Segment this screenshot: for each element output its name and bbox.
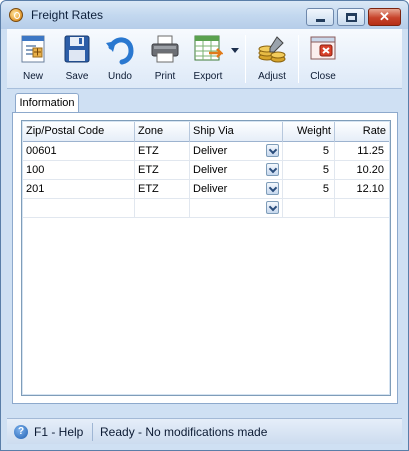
- printer-icon: [151, 35, 179, 63]
- status-separator: [92, 423, 93, 441]
- ship-via-dropdown-icon[interactable]: [266, 144, 279, 157]
- new-entry-row[interactable]: [23, 199, 389, 218]
- cell-weight[interactable]: 5: [283, 142, 335, 161]
- minimize-icon: [316, 19, 325, 22]
- minimize-button[interactable]: [306, 8, 334, 26]
- grid-header: Zip/Postal Code Zone Ship Via Weight Rat…: [23, 122, 389, 142]
- ship-via-dropdown-icon[interactable]: [266, 163, 279, 176]
- maximize-button[interactable]: [337, 8, 365, 26]
- undo-arrow-icon: [106, 37, 134, 65]
- chevron-down-icon: [231, 48, 239, 53]
- cell-zip[interactable]: 00601: [23, 142, 135, 161]
- app-icon[interactable]: [9, 8, 23, 22]
- adjust-label: Adjust: [258, 71, 286, 82]
- column-header-ship-via[interactable]: Ship Via: [190, 122, 283, 142]
- freight-rates-grid: Zip/Postal Code Zone Ship Via Weight Rat…: [21, 120, 391, 396]
- save-button[interactable]: Save: [55, 33, 99, 85]
- cell-zone[interactable]: ETZ: [135, 142, 190, 161]
- cell-weight[interactable]: 5: [283, 180, 335, 199]
- new-label: New: [22, 71, 43, 82]
- column-header-zone[interactable]: Zone: [135, 122, 190, 142]
- information-panel: Zip/Postal Code Zone Ship Via Weight Rat…: [12, 112, 398, 404]
- cell-zone[interactable]: ETZ: [135, 161, 190, 180]
- new-document-icon: [21, 35, 45, 63]
- export-label: Export: [193, 71, 223, 82]
- print-label: Print: [154, 71, 176, 82]
- cell-zip[interactable]: 100: [23, 161, 135, 180]
- tab-information[interactable]: Information: [15, 93, 79, 113]
- freight-rates-window: Freight Rates ✕ New Save Undo Print Expo…: [0, 0, 409, 451]
- coins-adjust-icon: [258, 36, 286, 63]
- undo-label: Undo: [108, 71, 132, 82]
- cell-weight[interactable]: 5: [283, 161, 335, 180]
- maximize-icon: [346, 13, 357, 22]
- toolbar-separator: [245, 35, 246, 83]
- title-bar[interactable]: Freight Rates ✕: [1, 1, 408, 29]
- export-button[interactable]: Export: [187, 33, 229, 85]
- ship-via-dropdown-icon[interactable]: [266, 182, 279, 195]
- column-header-weight[interactable]: Weight: [283, 122, 335, 142]
- close-button[interactable]: Close: [303, 33, 343, 85]
- cell-rate[interactable]: [335, 199, 389, 218]
- cell-zone[interactable]: ETZ: [135, 180, 190, 199]
- undo-button[interactable]: Undo: [99, 33, 141, 85]
- window-title: Freight Rates: [31, 8, 104, 22]
- cell-rate[interactable]: 10.20: [335, 161, 389, 180]
- export-dropdown-arrow[interactable]: [231, 45, 239, 53]
- status-bar: ? F1 - Help Ready - No modifications mad…: [7, 418, 402, 444]
- cell-zip[interactable]: [23, 199, 135, 218]
- save-label: Save: [65, 71, 89, 82]
- status-message: Ready - No modifications made: [100, 425, 268, 439]
- cell-rate[interactable]: 11.25: [335, 142, 389, 161]
- close-window-icon: [310, 36, 336, 60]
- close-icon: ✕: [379, 9, 390, 24]
- print-button[interactable]: Print: [143, 33, 187, 85]
- ship-via-dropdown-icon[interactable]: [266, 201, 279, 214]
- help-icon[interactable]: ?: [14, 425, 28, 439]
- window-close-button[interactable]: ✕: [368, 8, 401, 26]
- cell-zip[interactable]: 201: [23, 180, 135, 199]
- cell-weight[interactable]: [283, 199, 335, 218]
- table-row[interactable]: 00601 ETZ Deliver 5 11.25: [23, 142, 389, 161]
- toolbar: New Save Undo Print Export Adjust Close: [7, 29, 402, 89]
- floppy-disk-icon: [64, 35, 90, 63]
- toolbar-separator: [298, 35, 299, 83]
- column-header-rate[interactable]: Rate: [335, 122, 389, 142]
- help-hint[interactable]: F1 - Help: [34, 425, 83, 439]
- adjust-button[interactable]: Adjust: [250, 33, 294, 85]
- cell-rate[interactable]: 12.10: [335, 180, 389, 199]
- column-header-zip[interactable]: Zip/Postal Code: [23, 122, 135, 142]
- spreadsheet-export-icon: [194, 35, 223, 61]
- table-row[interactable]: 100 ETZ Deliver 5 10.20: [23, 161, 389, 180]
- table-row[interactable]: 201 ETZ Deliver 5 12.10: [23, 180, 389, 199]
- new-button[interactable]: New: [11, 33, 55, 85]
- cell-zone[interactable]: [135, 199, 190, 218]
- close-label: Close: [310, 71, 336, 82]
